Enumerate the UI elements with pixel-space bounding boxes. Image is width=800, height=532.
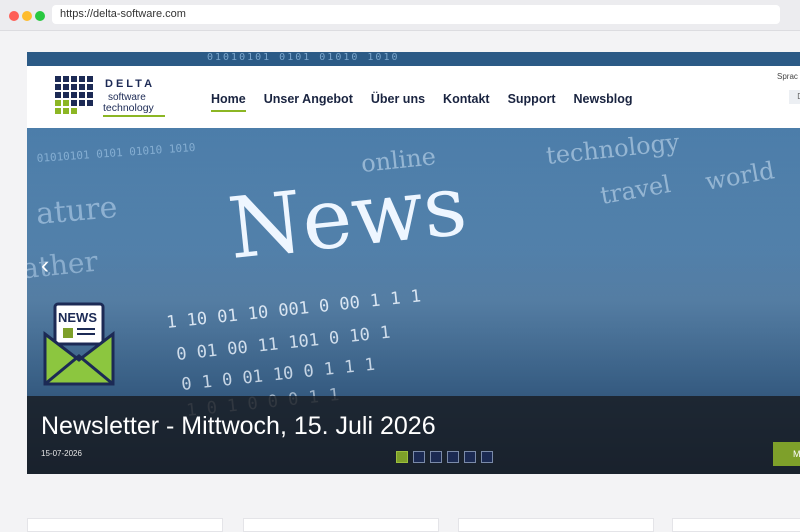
- language-select[interactable]: D: [789, 90, 800, 104]
- main-nav: Home Unser Angebot Über uns Kontakt Supp…: [211, 92, 633, 112]
- nav-newsblog[interactable]: Newsblog: [574, 92, 633, 112]
- slide-date: 15-07-2026: [41, 449, 82, 458]
- close-window-icon[interactable]: [9, 11, 19, 21]
- strip-binary-text: 01010101 0101 01010 1010: [207, 52, 400, 63]
- address-bar[interactable]: https://delta-software.com: [52, 5, 780, 24]
- hero-slider: 01010101 0101 01010 1010 online technolo…: [27, 128, 800, 474]
- slide-caption: Newsletter - Mittwoch, 15. Juli 2026 15-…: [27, 396, 800, 474]
- nav-support[interactable]: Support: [508, 92, 556, 112]
- language-label: Sprac: [777, 72, 798, 81]
- nav-home[interactable]: Home: [211, 92, 246, 112]
- slider-dot[interactable]: [413, 451, 425, 463]
- slider-prev-arrow-icon[interactable]: ‹: [41, 252, 49, 280]
- slider-dot[interactable]: [396, 451, 408, 463]
- bg-word-ature: ature: [35, 190, 119, 232]
- content-card[interactable]: [458, 518, 654, 532]
- content-card[interactable]: [672, 518, 800, 532]
- nav-unser-angebot[interactable]: Unser Angebot: [264, 92, 353, 112]
- slider-dot[interactable]: [464, 451, 476, 463]
- newsletter-envelope-icon: NEWS: [43, 302, 115, 386]
- slider-dot[interactable]: [447, 451, 459, 463]
- logo-underline: [103, 115, 165, 117]
- content-card[interactable]: [27, 518, 223, 532]
- logo-word-technology: technology: [103, 102, 155, 114]
- delta-logo[interactable]: DELTA software technology: [53, 74, 185, 120]
- slider-dot[interactable]: [481, 451, 493, 463]
- envelope-news-label: NEWS: [58, 310, 97, 325]
- logo-grid-icon: [55, 76, 93, 114]
- slider-pagination: [396, 451, 493, 463]
- read-more-button[interactable]: M: [773, 442, 800, 466]
- browser-toolbar: https://delta-software.com: [0, 0, 800, 31]
- site-header: DELTA software technology Home Unser Ang…: [27, 66, 800, 128]
- maximize-window-icon[interactable]: [35, 11, 45, 21]
- slide-title[interactable]: Newsletter - Mittwoch, 15. Juli 2026: [41, 412, 436, 441]
- slider-dot[interactable]: [430, 451, 442, 463]
- nav-kontakt[interactable]: Kontakt: [443, 92, 490, 112]
- logo-word-delta: DELTA: [105, 78, 155, 90]
- minimize-window-icon[interactable]: [22, 11, 32, 21]
- header-binary-strip: 01010101 0101 01010 1010: [27, 52, 800, 66]
- content-card[interactable]: [243, 518, 439, 532]
- website-page: 01010101 0101 01010 1010 DELTA software …: [27, 52, 800, 474]
- nav-ueber-uns[interactable]: Über uns: [371, 92, 425, 112]
